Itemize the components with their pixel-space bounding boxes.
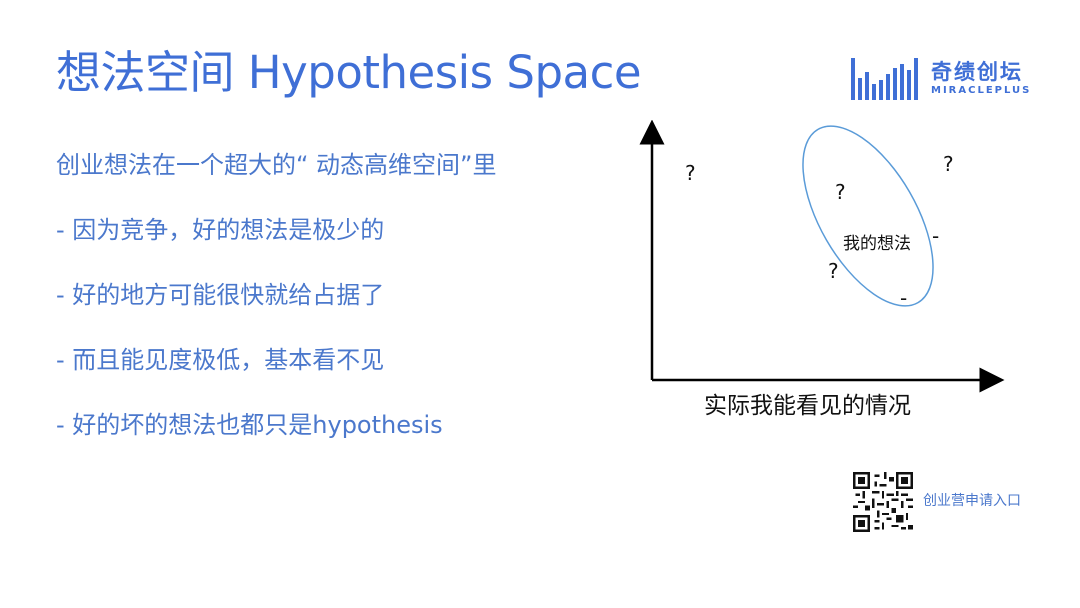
qr-label: 创业营申请入口: [923, 493, 1021, 509]
bar-chart-logo-icon: [851, 58, 918, 100]
my-idea-label: 我的想法: [843, 234, 911, 254]
unknown-mark: ?: [685, 161, 696, 185]
x-axis-label: 实际我能看见的情况: [704, 393, 911, 419]
brand-logo: 奇绩创坛 MIRACLEPLUS: [851, 56, 1031, 102]
unknown-mark: ?: [828, 259, 839, 283]
bullet-item: - 好的坏的想法也都只是hypothesis: [56, 411, 443, 439]
unknown-mark: ?: [943, 152, 954, 176]
negative-mark: -: [900, 286, 908, 310]
qr-code-icon: [853, 472, 913, 532]
unknown-mark: ?: [835, 180, 846, 204]
logo-name-cn: 奇绩创坛: [931, 60, 1023, 84]
bullet-item: - 好的地方可能很快就给占据了: [56, 281, 385, 309]
bullet-item: 创业想法在一个超大的“ 动态高维空间”里: [56, 151, 497, 179]
bullet-list: 创业想法在一个超大的“ 动态高维空间”里 - 因为竞争，好的想法是极少的 - 好…: [56, 145, 497, 470]
slide-title: 想法空间 Hypothesis Space: [56, 46, 642, 99]
bullet-item: - 而且能见度极低，基本看不见: [56, 346, 385, 374]
negative-mark: -: [932, 224, 940, 248]
hypothesis-space-diagram: ? ? ? ? - - 我的想法 实际我能看见的情况: [630, 120, 1010, 430]
logo-name-en: MIRACLEPLUS: [931, 85, 1032, 96]
bullet-item: - 因为竞争，好的想法是极少的: [56, 216, 385, 244]
